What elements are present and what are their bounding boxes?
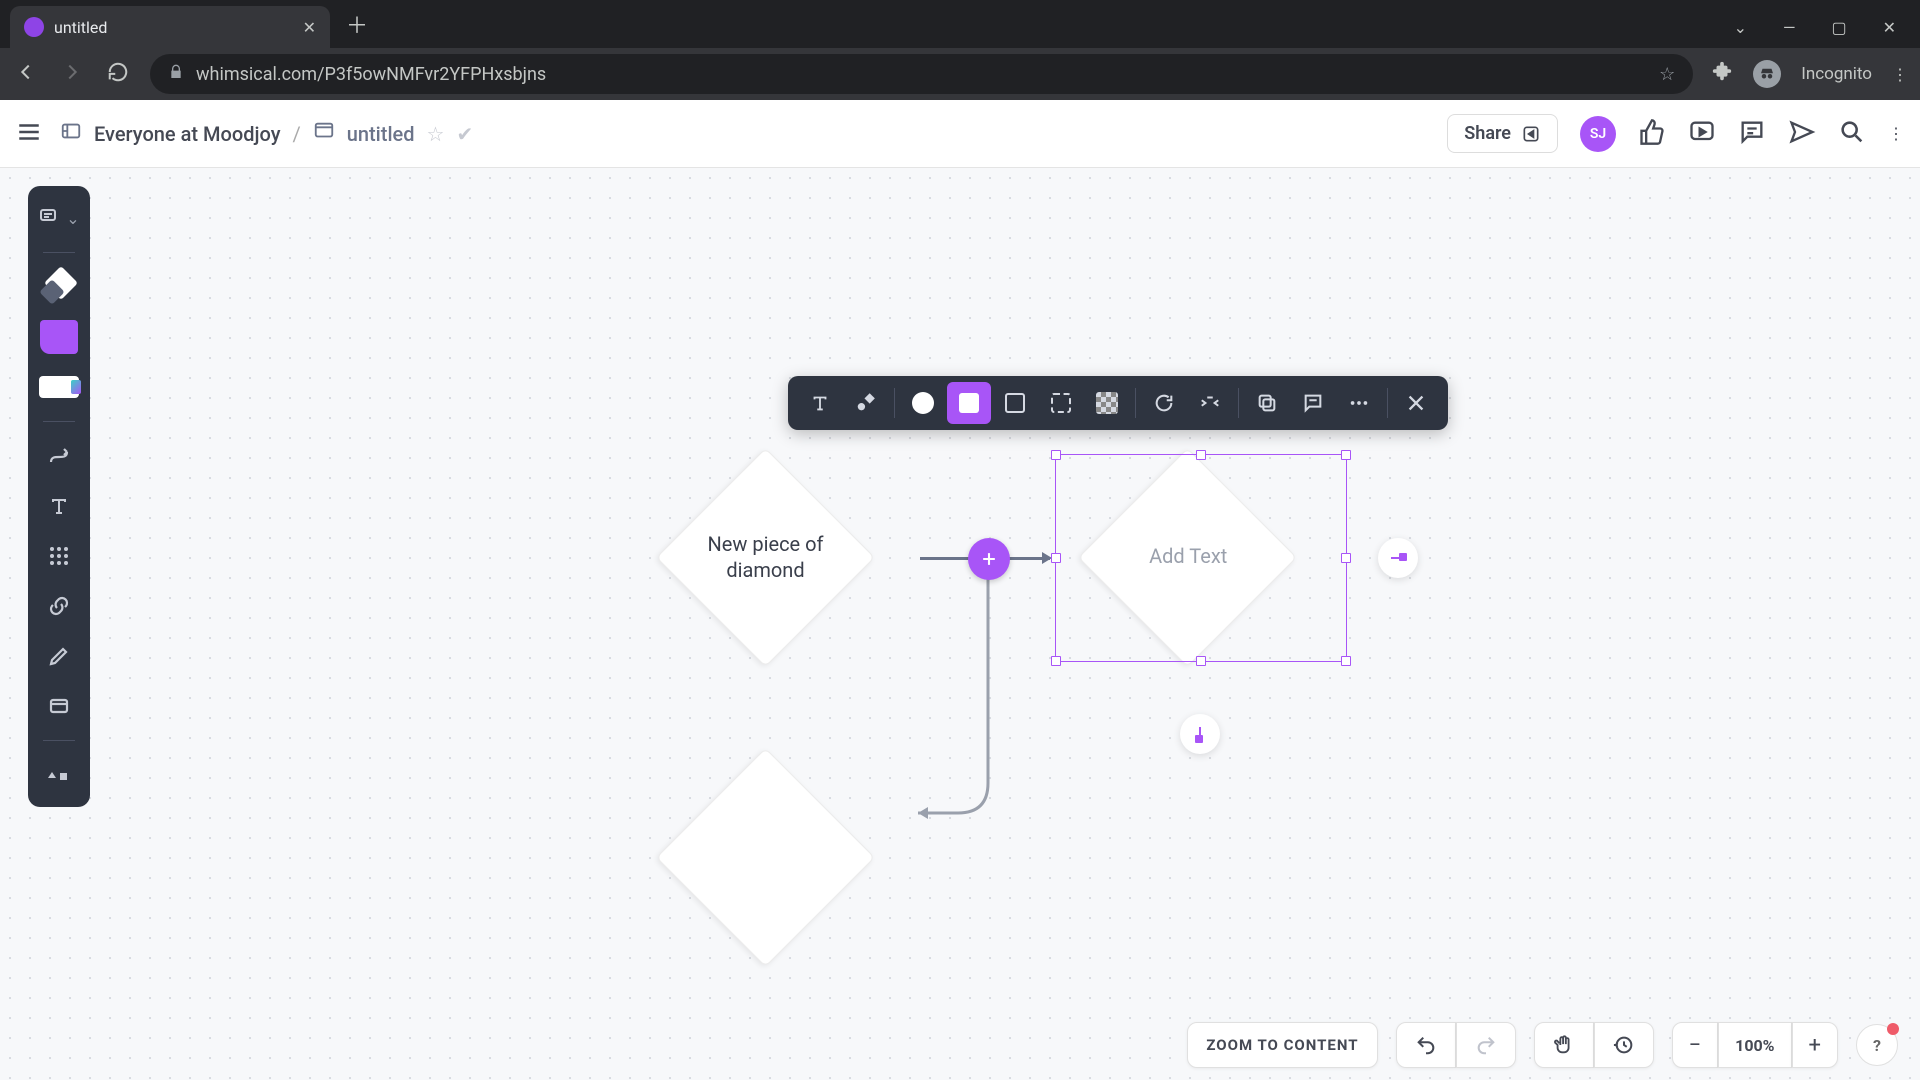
toolbar-duplicate-icon[interactable]	[1245, 382, 1289, 424]
thumbs-up-icon[interactable]	[1638, 118, 1666, 150]
diamond-shape-right[interactable]: Add Text	[1078, 448, 1297, 667]
resize-handle-w[interactable]	[1051, 553, 1061, 563]
lock-icon	[168, 64, 184, 85]
extensions-icon[interactable]	[1711, 61, 1733, 87]
resize-handle-s[interactable]	[1196, 656, 1206, 666]
board-icon	[313, 120, 335, 147]
search-icon[interactable]	[1838, 118, 1866, 150]
tab-close-icon[interactable]: ✕	[303, 18, 316, 37]
org-icon	[60, 120, 82, 147]
toolbar-fill-solid[interactable]	[947, 382, 991, 424]
undo-button[interactable]	[1396, 1022, 1456, 1068]
browser-tabbar: untitled ✕ ＋ ⌄ — ▢ ✕	[0, 0, 1920, 48]
back-icon[interactable]	[12, 61, 40, 87]
diamond-left-text: New piece of diamond	[676, 531, 856, 583]
url-field[interactable]: whimsical.com/P3f5owNMFvr2YFPHxsbjns ☆	[150, 54, 1693, 94]
canvas[interactable]: New piece of diamond Add Text	[0, 168, 1920, 1080]
bookmark-star-icon[interactable]: ☆	[1659, 64, 1675, 85]
menu-icon[interactable]	[16, 119, 42, 149]
doc-title[interactable]: untitled	[347, 122, 415, 146]
toolbar-fill-dashed[interactable]	[1039, 382, 1083, 424]
zoom-out-button[interactable]: −	[1672, 1022, 1719, 1068]
org-name[interactable]: Everyone at Moodjoy	[94, 122, 281, 146]
present-icon[interactable]	[1688, 118, 1716, 150]
toolbar-fill-pattern[interactable]	[1085, 382, 1129, 424]
forward-icon	[58, 61, 86, 87]
connector-add-node[interactable]	[968, 538, 1010, 580]
minimize-icon[interactable]: —	[1783, 18, 1796, 37]
toolbar-fit-icon[interactable]	[1188, 382, 1232, 424]
resize-handle-nw[interactable]	[1051, 450, 1061, 460]
toolbar-comment-icon[interactable]	[1291, 382, 1335, 424]
breadcrumb-separator: /	[293, 122, 301, 146]
window-controls: ⌄ — ▢ ✕	[1734, 6, 1920, 48]
browser-tab[interactable]: untitled ✕	[10, 6, 330, 48]
resize-handle-e[interactable]	[1341, 553, 1351, 563]
breadcrumb: Everyone at Moodjoy / untitled ☆ ✔	[60, 120, 473, 147]
workspace: ⌄ New piece of diamond Add Text	[0, 168, 1920, 1080]
reload-icon[interactable]	[104, 61, 132, 87]
tab-title: untitled	[54, 18, 107, 37]
pan-hand-button[interactable]	[1534, 1022, 1594, 1068]
history-button[interactable]	[1594, 1022, 1654, 1068]
sync-check-icon: ✔	[456, 122, 473, 146]
shape-context-toolbar	[788, 376, 1448, 430]
incognito-label: Incognito	[1801, 64, 1872, 84]
tabs-dropdown-icon[interactable]: ⌄	[1734, 18, 1747, 37]
favorite-star-icon[interactable]: ☆	[427, 122, 445, 146]
app-header: Everyone at Moodjoy / untitled ☆ ✔ Share…	[0, 100, 1920, 168]
toolbar-text-icon[interactable]	[798, 382, 842, 424]
zoom-level[interactable]: 100%	[1718, 1022, 1791, 1068]
diamond-right-placeholder: Add Text	[1098, 543, 1278, 569]
new-tab-button[interactable]: ＋	[330, 8, 384, 48]
toolbar-more-icon[interactable]	[1337, 382, 1381, 424]
send-icon[interactable]	[1788, 118, 1816, 150]
help-button[interactable]: ?	[1856, 1024, 1898, 1066]
toolbar-fill-outline[interactable]	[993, 382, 1037, 424]
maximize-icon[interactable]: ▢	[1831, 18, 1846, 37]
zoom-to-content-button[interactable]: ZOOM TO CONTENT	[1187, 1022, 1377, 1068]
close-window-icon[interactable]: ✕	[1883, 18, 1896, 37]
comments-icon[interactable]	[1738, 118, 1766, 150]
toolbar-close-icon[interactable]	[1394, 382, 1438, 424]
connector-curved[interactable]	[918, 563, 998, 833]
extend-right-button[interactable]	[1378, 538, 1418, 578]
browser-addressbar: whimsical.com/P3f5owNMFvr2YFPHxsbjns ☆ I…	[0, 48, 1920, 100]
zoom-in-button[interactable]: +	[1792, 1022, 1838, 1068]
tab-favicon	[24, 17, 44, 37]
diamond-shape-bottom[interactable]	[656, 748, 875, 967]
resize-handle-se[interactable]	[1341, 656, 1351, 666]
resize-handle-ne[interactable]	[1341, 450, 1351, 460]
incognito-icon	[1753, 60, 1781, 88]
toolbar-fill-color[interactable]	[901, 382, 945, 424]
avatar[interactable]: SJ	[1580, 116, 1616, 152]
url-text: whimsical.com/P3f5owNMFvr2YFPHxsbjns	[196, 64, 546, 85]
share-label: Share	[1464, 123, 1511, 144]
diamond-shape-left[interactable]: New piece of diamond	[656, 448, 875, 667]
share-button[interactable]: Share	[1447, 114, 1558, 153]
toolbar-rotate-icon[interactable]	[1142, 382, 1186, 424]
bottom-bar: ZOOM TO CONTENT − 100% + ?	[0, 1010, 1920, 1080]
browser-menu-icon[interactable]: ⋮	[1892, 65, 1908, 84]
app-menu-icon[interactable]: ⋮	[1888, 124, 1904, 143]
resize-handle-sw[interactable]	[1051, 656, 1061, 666]
redo-button[interactable]	[1456, 1022, 1516, 1068]
toolbar-shape-picker-icon[interactable]	[844, 382, 888, 424]
extend-down-button[interactable]	[1180, 714, 1220, 754]
